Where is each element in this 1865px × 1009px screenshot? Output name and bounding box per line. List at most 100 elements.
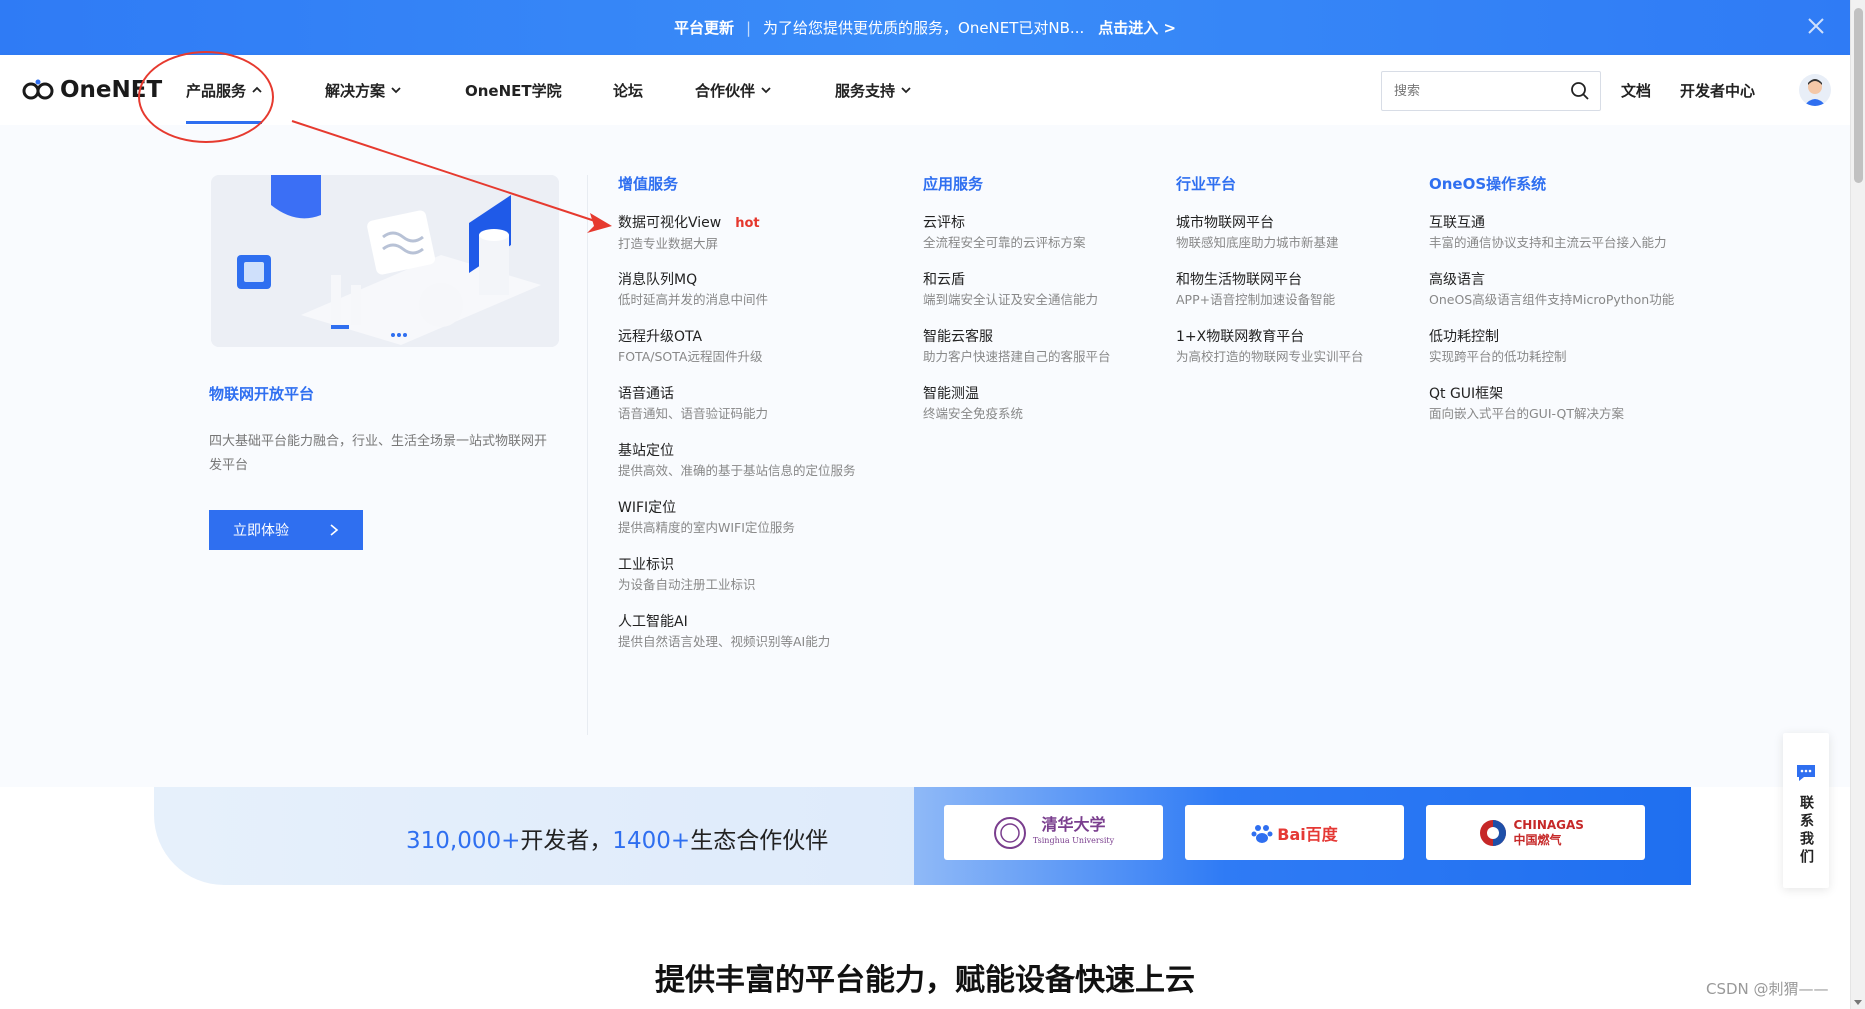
contact-us-float[interactable]: 联系我们 (1783, 733, 1829, 888)
menu-item[interactable]: 人工智能AI 提供自然语言处理、视频识别等AI能力 (618, 612, 856, 669)
baidu-paw-icon (1251, 824, 1273, 843)
menu-item-desc: 终端安全免疫系统 (923, 406, 1024, 421)
search-input[interactable] (1382, 73, 1552, 109)
chevron-down-icon (901, 87, 911, 94)
menu-item-name: Qt GUI框架 (1429, 384, 1674, 404)
docs-link[interactable]: 文档 (1621, 80, 1651, 101)
search-box (1381, 71, 1601, 111)
menu-item[interactable]: 低功耗控制实现跨平台的低功耗控制 (1429, 327, 1674, 384)
chevron-right-icon (330, 524, 339, 536)
menu-item-name: WIFI定位 (618, 498, 856, 518)
column-industry-platform: 行业平台城市物联网平台物联感知底座助力城市新基建 和物生活物联网平台 APP+语音控… (1176, 173, 1364, 384)
menu-item-desc: 端到端安全认证及安全通信能力 (923, 292, 1099, 307)
menu-item[interactable]: 远程升级OTA FOTA/SOTA远程固件升级 (618, 327, 856, 384)
nav-label: 论坛 (613, 81, 644, 100)
nav-academy[interactable]: OneNET学院 (465, 55, 562, 125)
chevron-down-icon (391, 87, 401, 94)
menu-item-label: 智能测温 (923, 386, 979, 402)
nav-label: 解决方案 (325, 81, 386, 100)
contact-us-label: 联系我们 (1798, 795, 1814, 867)
menu-item[interactable]: 高级语言 OneOS高级语言组件支持MicroPython功能 (1429, 270, 1674, 327)
partner-logo-tsinghua[interactable]: 清华大学 Tsinghua University (944, 805, 1163, 860)
menu-item-desc: 实现跨平台的低功耗控制 (1429, 349, 1567, 364)
nav-label: 合作伙伴 (695, 81, 756, 100)
developer-center-link[interactable]: 开发者中心 (1680, 80, 1755, 101)
menu-item[interactable]: 消息队列MQ 低时延高并发的消息中间件 (618, 270, 856, 327)
menu-item-desc: 提供高效、准确的基于基站信息的定位服务 (618, 463, 856, 478)
menu-item[interactable]: 工业标识 为设备自动注册工业标识 (618, 555, 856, 612)
panel-left-title[interactable]: 物联网开放平台 (209, 383, 314, 404)
menu-item-label: 工业标识 (618, 557, 674, 573)
menu-item-label: 和物生活物联网平台 (1176, 272, 1302, 288)
column-title[interactable]: OneOS操作系统 (1429, 173, 1674, 193)
menu-item[interactable]: 和物生活物联网平台 APP+语音控制加速设备智能 (1176, 270, 1364, 327)
announcement-banner[interactable]: 平台更新 | 为了给您提供更优质的服务，OneNET已对NB... 点击进入 > (0, 0, 1850, 55)
menu-item[interactable]: 数据可视化View hot 打造专业数据大屏 (618, 213, 856, 270)
baidu-text: Bai百度 (1277, 824, 1338, 844)
menu-item-desc: FOTA/SOTA远程固件升级 (618, 349, 763, 364)
nav-forum[interactable]: 论坛 (613, 55, 643, 125)
section-headline: 提供丰富的平台能力，赋能设备快速上云 (655, 963, 1195, 998)
menu-item-label: 城市物联网平台 (1176, 215, 1274, 231)
menu-item[interactable]: 基站定位 提供高效、准确的基于基站信息的定位服务 (618, 441, 856, 498)
nav-support[interactable]: 服务支持 (835, 55, 911, 125)
scrollbar-thumb[interactable] (1854, 8, 1863, 183)
partner-logo-chinagas[interactable]: CHINAGAS 中国燃气 (1426, 805, 1645, 860)
menu-item-label: 高级语言 (1429, 272, 1485, 288)
menu-item[interactable]: 智能云客服 助力客户快速搭建自己的客服平台 (923, 327, 1111, 384)
menu-item[interactable]: 互联互通 丰富的通信协议支持和主流云平台接入能力 (1429, 213, 1674, 270)
try-now-button[interactable]: 立即体验 (209, 510, 363, 550)
menu-item[interactable]: 和云盾端到端安全认证及安全通信能力 (923, 270, 1111, 327)
page: 平台更新 | 为了给您提供更优质的服务，OneNET已对NB... 点击进入 >… (0, 0, 1865, 1009)
column-title[interactable]: 行业平台 (1176, 173, 1364, 193)
close-icon[interactable] (1804, 14, 1828, 38)
column-title[interactable]: 增值服务 (618, 173, 856, 193)
nav-solutions[interactable]: 解决方案 (325, 55, 401, 125)
menu-item[interactable]: Qt GUI框架 面向嵌入式平台的GUI-QT解决方案 (1429, 384, 1674, 441)
menu-item[interactable]: 城市物联网平台物联感知底座助力城市新基建 (1176, 213, 1364, 270)
chinagas-logo-icon (1479, 819, 1506, 846)
menu-item[interactable]: 云评标 全流程安全可靠的云评标方案 (923, 213, 1111, 270)
menu-item-name: 语音通话 (618, 384, 856, 404)
nav-label: OneNET学院 (465, 81, 562, 100)
column-oneos: OneOS操作系统互联互通 丰富的通信协议支持和主流云平台接入能力 高级语言 OneO… (1429, 173, 1674, 441)
menu-item-label: 消息队列MQ (618, 272, 698, 288)
menu-item-label: 互联互通 (1429, 215, 1485, 231)
menu-item-name: 云评标 (923, 213, 1111, 233)
menu-item-name: 智能测温 (923, 384, 1111, 404)
menu-item-desc: APP+语音控制加速设备智能 (1176, 292, 1336, 307)
nav-partners[interactable]: 合作伙伴 (695, 55, 771, 125)
menu-item-name: 数据可视化View hot (618, 213, 856, 234)
menu-item[interactable]: 语音通话 语音通知、语音验证码能力 (618, 384, 856, 441)
menu-item[interactable]: WIFI定位提供高精度的室内WIFI定位服务 (618, 498, 856, 555)
page-scrollbar[interactable] (1850, 0, 1865, 1009)
menu-item-desc: 物联感知底座助力城市新基建 (1176, 235, 1339, 250)
menu-item-desc: 提供高精度的室内WIFI定位服务 (618, 520, 795, 535)
partners-label: 生态合作伙伴 (690, 828, 829, 854)
user-avatar-icon (1804, 79, 1826, 106)
annotation-circle (138, 51, 274, 143)
chevron-down-icon (761, 87, 771, 94)
stats-band: 310,000+开发者，1400+生态合作伙伴 清华大学 Tsinghua Un… (154, 787, 1691, 885)
menu-item-name: 消息队列MQ (618, 270, 856, 290)
menu-item[interactable]: 1+X物联网教育平台 为高校打造的物联网专业实训平台 (1176, 327, 1364, 384)
column-title[interactable]: 应用服务 (923, 173, 1111, 193)
banner-tag: 平台更新 (673, 19, 734, 37)
menu-item-desc: 为高校打造的物联网专业实训平台 (1176, 349, 1364, 364)
menu-item[interactable]: 智能测温终端安全免疫系统 (923, 384, 1111, 441)
scroll-down-arrow-icon[interactable] (1854, 1000, 1862, 1005)
panel-divider (587, 175, 588, 735)
watermark: CSDN @刺猬—— (1706, 980, 1829, 998)
partner-logo-baidu[interactable]: Bai百度 (1185, 805, 1404, 860)
search-icon[interactable] (1570, 81, 1590, 101)
column-app-services: 应用服务云评标 全流程安全可靠的云评标方案 和云盾端到端安全认证及安全通信能力智能云… (923, 173, 1111, 441)
menu-item-name: 高级语言 (1429, 270, 1674, 290)
product-services-dropdown: 物联网开放平台 四大基础平台能力融合，行业、生活全场景一站式物联网开发平台 立即… (0, 125, 1850, 787)
logo-icon (22, 79, 54, 100)
menu-item-label: 低功耗控制 (1429, 329, 1499, 345)
menu-item-label: 人工智能AI (618, 614, 688, 630)
menu-item-label: 数据可视化View (618, 215, 722, 231)
avatar[interactable] (1799, 74, 1831, 106)
banner-enter-link[interactable]: 点击进入 > (1098, 17, 1176, 38)
menu-item-name: 和云盾 (923, 270, 1111, 290)
